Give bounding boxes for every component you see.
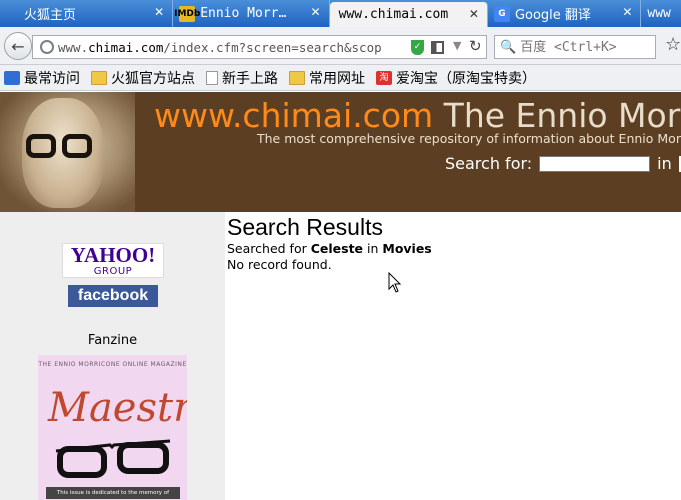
tab-label: www: [647, 6, 671, 21]
tab-label: www.chimai.com: [338, 7, 449, 22]
address-bar[interactable]: www.chimai.com/index.cfm?screen=search&s…: [32, 35, 487, 59]
url-text: www.chimai.com/index.cfm?screen=search&s…: [58, 39, 382, 55]
left-sidebar: YAHOO! GROUP facebook Fanzine THE ENNIO …: [0, 212, 225, 500]
bookmark-firefox-official[interactable]: 火狐官方站点: [91, 68, 195, 88]
bookmark-taobao[interactable]: 淘爱淘宝（原淘宝特卖）: [376, 68, 536, 88]
search-term: Celeste: [310, 241, 364, 256]
tab-label: 火狐主页: [24, 8, 77, 23]
mouse-cursor-icon: [388, 272, 402, 293]
navigation-bar: ← www.chimai.com/index.cfm?screen=search…: [0, 27, 681, 65]
search-summary: Searched for Celeste in Movies: [227, 241, 432, 256]
bookmark-star-icon[interactable]: ☆: [665, 34, 681, 55]
bookmark-common-sites[interactable]: 常用网址: [289, 68, 365, 88]
tab-chimai[interactable]: www.chimai.com ✕: [329, 2, 488, 27]
search-icon: 🔍: [500, 39, 517, 55]
yahoo-group-logo[interactable]: YAHOO! GROUP: [62, 243, 164, 278]
search-in-label: in: [657, 154, 672, 173]
no-record-message: No record found.: [227, 257, 332, 272]
ennio-morricone-portrait: [0, 92, 135, 212]
site-tagline: The most comprehensive repository of inf…: [257, 131, 681, 146]
page-icon: [206, 70, 218, 85]
close-icon[interactable]: ✕: [311, 5, 321, 19]
magazine-title: Maestro: [48, 385, 187, 431]
close-icon[interactable]: ✕: [469, 7, 479, 21]
qr-code-icon[interactable]: [431, 41, 444, 54]
close-icon[interactable]: ✕: [154, 5, 164, 19]
site-search: Search for: in: [445, 154, 681, 173]
fanzine-label: Fanzine: [87, 333, 138, 348]
tab-label: Google 翻译: [514, 8, 591, 23]
google-translate-icon: G: [493, 5, 510, 22]
bookmark-most-visited[interactable]: 最常访问: [4, 68, 80, 88]
folder-icon: [91, 70, 107, 85]
site-search-input[interactable]: [539, 155, 651, 172]
page-title: Search Results: [227, 214, 383, 240]
folder-icon: [289, 70, 305, 85]
close-icon[interactable]: ✕: [622, 5, 632, 19]
bookmarks-bar: 最常访问 火狐官方站点 新手上路 常用网址 淘爱淘宝（原淘宝特卖）: [0, 65, 681, 91]
rss-icon: [4, 70, 20, 85]
glasses-icon: [55, 439, 171, 478]
search-category: Movies: [382, 241, 432, 256]
tab-strip: 火狐主页 ✕ IMDb Ennio Morr… ✕ www.chimai.com…: [0, 0, 681, 27]
shield-icon[interactable]: ✓: [411, 40, 424, 55]
search-bar[interactable]: 🔍: [494, 35, 656, 59]
site-title[interactable]: www.chimai.com The Ennio Morr: [154, 96, 681, 135]
reload-icon[interactable]: ↻: [469, 37, 482, 55]
site-header: www.chimai.com The Ennio Morr The most c…: [0, 92, 681, 212]
globe-icon: [40, 40, 54, 54]
facebook-logo[interactable]: facebook: [68, 285, 158, 307]
bookmark-getting-started[interactable]: 新手上路: [206, 68, 278, 88]
main-content: Search Results Searched for Celeste in M…: [227, 212, 681, 500]
arrow-left-icon: ←: [11, 36, 25, 56]
chevron-down-icon[interactable]: ▼: [453, 39, 461, 52]
tab-firefox-home[interactable]: 火狐主页 ✕: [0, 0, 174, 27]
search-label: Search for:: [445, 154, 533, 173]
maestro-magazine-cover[interactable]: THE ENNIO MORRICONE ONLINE MAGAZINE Maes…: [38, 355, 187, 500]
imdb-icon: IMDb: [174, 5, 200, 22]
taobao-icon: 淘: [376, 70, 392, 85]
tab-www[interactable]: www: [641, 0, 681, 27]
back-button[interactable]: ←: [4, 32, 32, 60]
search-input[interactable]: [520, 39, 656, 55]
tab-google-translate[interactable]: G Google 翻译 ✕: [488, 0, 642, 27]
tab-label: Ennio Morr…: [200, 6, 287, 21]
tab-imdb[interactable]: IMDb Ennio Morr… ✕: [173, 0, 330, 27]
